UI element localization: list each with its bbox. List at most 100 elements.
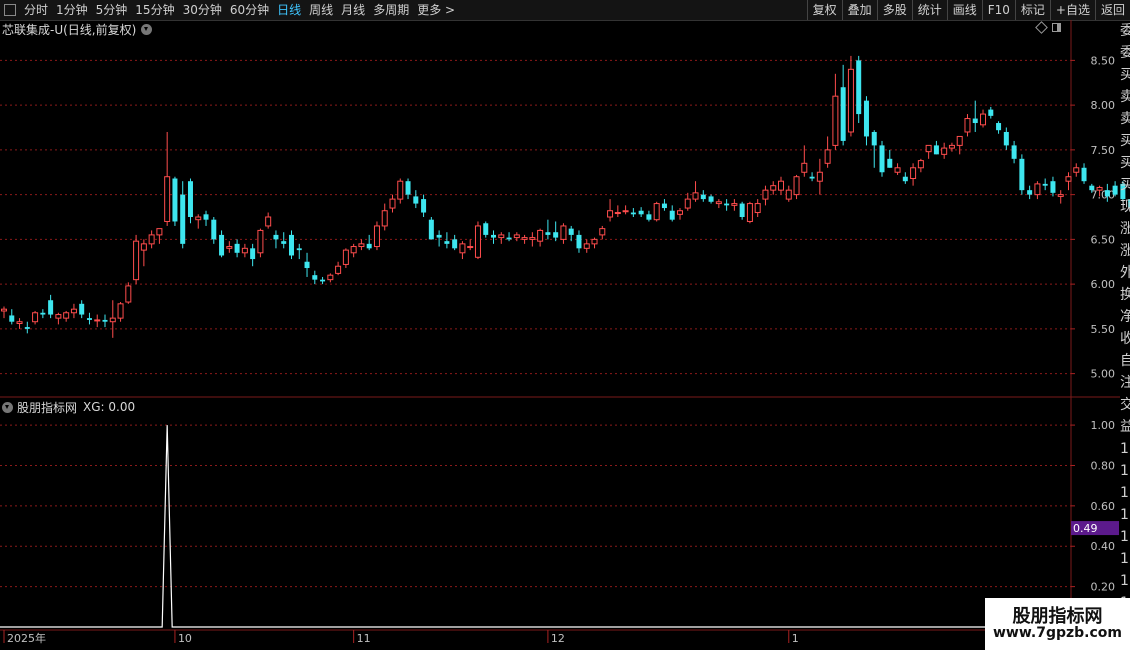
- candle-body-up: [16, 321, 23, 325]
- candle-body-down: [281, 241, 287, 244]
- candle-body-up: [164, 176, 171, 222]
- candle-body-up: [980, 113, 987, 126]
- quote-panel-label: 1: [1120, 463, 1129, 479]
- candle-body-down: [630, 212, 636, 215]
- candle-body-up: [731, 203, 738, 206]
- candle-body-up: [70, 308, 77, 314]
- candle-body-up: [257, 229, 264, 254]
- candle-body-up: [653, 203, 660, 221]
- main-y-tick-label: 7.00: [1091, 189, 1116, 202]
- candle-body-up: [754, 203, 761, 214]
- candle-body-down: [444, 241, 450, 244]
- candle-body-down: [506, 237, 512, 240]
- candle-body-up: [342, 249, 349, 265]
- xg-line: [0, 425, 1071, 628]
- quote-panel-label: 1: [1120, 441, 1129, 457]
- quote-panel-label: 买: [1120, 133, 1130, 149]
- candle-body-up: [389, 198, 396, 209]
- quote-panel-label: 外: [1120, 265, 1130, 281]
- candle-body-up: [607, 210, 614, 218]
- candle-body-down: [879, 145, 885, 173]
- candle-body-down: [1027, 190, 1033, 195]
- candle-body-down: [887, 158, 893, 168]
- main-y-tick-label: 5.50: [1091, 323, 1116, 336]
- candle-body-down: [86, 318, 92, 320]
- candle-body-up: [614, 212, 621, 215]
- candle-body-down: [211, 219, 217, 240]
- candle-body-up: [265, 216, 272, 227]
- candle-body-down: [568, 228, 574, 235]
- candle-body-up: [941, 147, 948, 155]
- candle-body-up: [474, 225, 481, 258]
- ind-y-tick-label: 0.40: [1091, 540, 1116, 553]
- candle-body-down: [1019, 158, 1025, 191]
- candle-body-up: [55, 314, 62, 319]
- candle-body-up: [948, 144, 955, 149]
- candle-body-up: [513, 234, 520, 239]
- candle-body-down: [724, 203, 730, 206]
- x-tick-label: 11: [357, 632, 371, 645]
- candle-body-down: [250, 248, 256, 260]
- candle-body-up: [1057, 194, 1064, 197]
- candle-body-up: [373, 225, 380, 248]
- candle-body-down: [972, 118, 978, 124]
- candle-body-up: [459, 243, 466, 254]
- candle-body-up: [32, 312, 39, 323]
- quote-panel-label: 卖: [1120, 111, 1130, 127]
- candle-body-up: [925, 144, 932, 153]
- value-marker-label: 0.49: [1073, 522, 1098, 535]
- quote-panel-label: 买: [1120, 155, 1130, 171]
- candle-body-up: [327, 274, 334, 281]
- candle-body-down: [187, 181, 193, 217]
- candle-body-down: [483, 223, 489, 235]
- quote-panel-label: 自: [1120, 353, 1130, 369]
- candle-body-down: [180, 194, 186, 244]
- candle-body-down: [452, 239, 458, 249]
- watermark-box: 股朋指标网 www.7gpzb.com: [985, 598, 1130, 650]
- candle-body-down: [988, 109, 994, 116]
- candle-body-up: [226, 246, 233, 249]
- candle-body-up: [94, 319, 101, 322]
- candle-body-down: [421, 199, 427, 213]
- candle-body-up: [1, 308, 7, 312]
- candle-body-down: [856, 60, 862, 115]
- main-y-tick-label: 5.00: [1091, 368, 1116, 381]
- quote-panel-label: 收: [1120, 331, 1130, 347]
- candle-body-up: [692, 192, 699, 200]
- candle-body-down: [576, 234, 582, 249]
- quote-panel-label: 1: [1120, 529, 1129, 545]
- candle-body-up: [824, 149, 831, 164]
- candle-body-down: [545, 232, 551, 235]
- candle-body-up: [467, 246, 474, 249]
- candle-body-up: [1096, 186, 1103, 191]
- x-tick-label: 1: [792, 632, 799, 645]
- candle-body-up: [381, 210, 388, 227]
- ind-y-tick-label: 0.60: [1091, 500, 1116, 513]
- indicator-dropdown-icon[interactable]: [2, 401, 13, 413]
- indicator-name: 股朋指标网: [17, 400, 78, 415]
- candle-body-down: [405, 181, 411, 195]
- candle-body-up: [521, 237, 528, 240]
- candle-body-up: [785, 189, 792, 200]
- candle-body-up: [894, 167, 901, 173]
- candle-body-up: [195, 216, 202, 221]
- candle-body-down: [996, 123, 1002, 131]
- candle-body-up: [133, 240, 140, 281]
- candle-body-down: [739, 203, 745, 217]
- candle-body-down: [219, 234, 225, 256]
- candle-body-down: [809, 176, 815, 179]
- candle-body-down: [304, 261, 310, 269]
- candle-body-up: [793, 176, 800, 196]
- candle-body-up: [847, 68, 854, 133]
- main-y-tick-label: 8.00: [1091, 99, 1116, 112]
- candle-body-down: [40, 312, 46, 315]
- x-tick-label: 10: [178, 632, 192, 645]
- quote-panel-label: 委: [1120, 45, 1130, 61]
- candle-body-up: [350, 246, 357, 254]
- candle-body-up: [746, 203, 753, 222]
- x-tick-label: 12: [551, 632, 565, 645]
- candle-body-up: [358, 243, 365, 248]
- candle-body-up: [762, 189, 769, 200]
- candle-body-down: [320, 279, 326, 282]
- candle-body-down: [840, 87, 846, 141]
